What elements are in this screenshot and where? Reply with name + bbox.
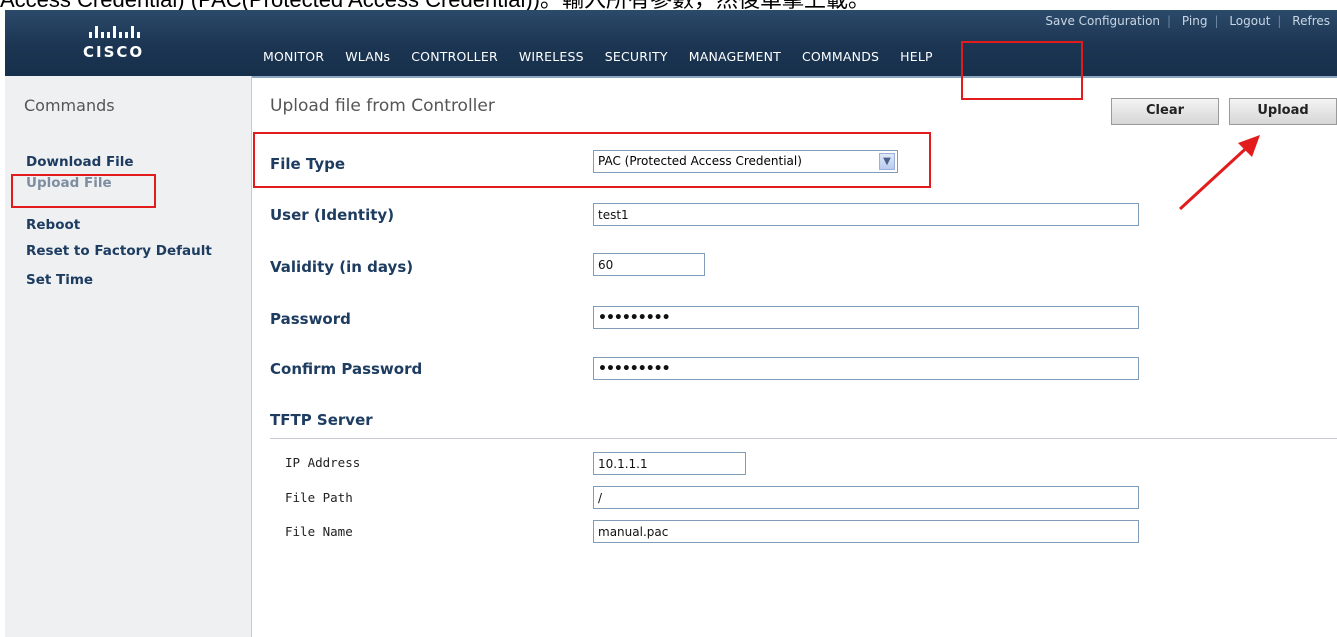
- sidebar-title: Commands: [24, 96, 115, 115]
- sidebar-item-download-file[interactable]: Download File: [26, 154, 134, 170]
- clear-button[interactable]: Clear: [1111, 98, 1219, 125]
- validity-input[interactable]: 60: [593, 253, 705, 276]
- sidebar-item-reboot[interactable]: Reboot: [26, 217, 80, 233]
- tftp-server-heading: TFTP Server: [270, 411, 373, 429]
- ip-address-label: IP Address: [285, 455, 361, 470]
- section-divider: [270, 438, 1337, 439]
- nav-help[interactable]: HELP: [900, 49, 933, 64]
- sidebar: Commands Download File Upload File Reboo…: [5, 76, 252, 637]
- upload-file-highlight-box: [11, 174, 156, 208]
- nav-management[interactable]: MANAGEMENT: [689, 49, 781, 64]
- nav-commands[interactable]: COMMANDS: [802, 49, 879, 64]
- ip-address-input[interactable]: 10.1.1.1: [593, 452, 746, 475]
- ping-link[interactable]: Ping: [1175, 14, 1215, 28]
- commands-highlight-box: [961, 41, 1083, 100]
- password-input[interactable]: •••••••••: [593, 306, 1139, 329]
- refresh-link[interactable]: Refres: [1285, 14, 1337, 28]
- save-configuration-link[interactable]: Save Configuration: [1038, 14, 1167, 28]
- cisco-logo: CISCO: [83, 18, 173, 68]
- top-header: CISCO Save Configuration | Ping | Logout | …: [5, 10, 1337, 78]
- utility-links: Save Configuration | Ping | Logout | Refres: [1038, 14, 1337, 28]
- sidebar-item-reset-factory-default[interactable]: Reset to Factory Default: [26, 243, 212, 259]
- upload-button[interactable]: Upload: [1229, 98, 1337, 125]
- page-title: Upload file from Controller: [270, 96, 495, 116]
- nav-wlans[interactable]: WLANs: [345, 49, 390, 64]
- sidebar-item-set-time[interactable]: Set Time: [26, 272, 93, 288]
- file-name-input[interactable]: manual.pac: [593, 520, 1139, 543]
- file-name-label: File Name: [285, 524, 353, 539]
- validity-label: Validity (in days): [270, 258, 414, 276]
- nav-wireless[interactable]: WIRELESS: [519, 49, 584, 64]
- nav-security[interactable]: SECURITY: [605, 49, 668, 64]
- cisco-bridge-logo-icon: [89, 18, 173, 38]
- user-identity-label: User (Identity): [270, 206, 395, 224]
- file-path-label: File Path: [285, 490, 353, 505]
- cisco-wordmark: CISCO: [83, 43, 145, 61]
- user-identity-input[interactable]: test1: [593, 203, 1139, 226]
- annotation-arrow-icon: [1178, 135, 1260, 211]
- file-path-input[interactable]: /: [593, 486, 1139, 509]
- confirm-password-input[interactable]: •••••••••: [593, 357, 1139, 380]
- nav-controller[interactable]: CONTROLLER: [411, 49, 498, 64]
- password-label: Password: [270, 310, 351, 328]
- main-navigation: MONITOR WLANs CONTROLLER WIRELESS SECURI…: [263, 49, 950, 64]
- logout-link[interactable]: Logout: [1222, 14, 1277, 28]
- file-type-highlight-box: [253, 132, 931, 188]
- nav-monitor[interactable]: MONITOR: [263, 49, 324, 64]
- confirm-password-label: Confirm Password: [270, 360, 423, 378]
